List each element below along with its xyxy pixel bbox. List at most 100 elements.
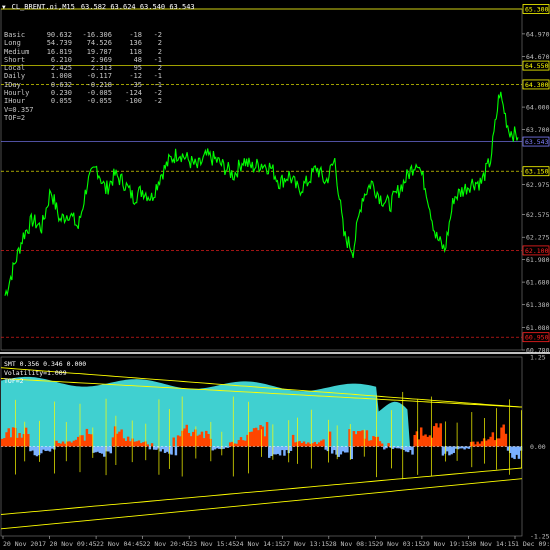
stats-row: Hourly 0.230 -0.085 -124 -2: [4, 89, 162, 97]
histogram-bar: [419, 427, 423, 447]
histogram-bar: [422, 435, 425, 447]
stats-cell: 54.739: [46, 39, 72, 48]
histogram-bar: [213, 446, 217, 450]
histogram-bar: [387, 443, 390, 447]
histogram-bar: [406, 446, 410, 453]
histogram-bar: [513, 446, 516, 460]
histogram-bar: [228, 442, 232, 447]
stats-cell: 6.210: [50, 55, 72, 64]
stats-cell: -0.055: [86, 97, 112, 106]
stats-row: Medium 16.819 19.787 118 2: [4, 48, 162, 56]
stats-cell: 74.526: [86, 39, 112, 48]
envelope-line: [0, 467, 523, 515]
histogram-bar: [202, 438, 206, 447]
histogram-bar: [283, 446, 286, 456]
histogram-bar: [515, 446, 518, 455]
histogram-bar: [474, 444, 477, 447]
stats-cell: Short: [4, 55, 26, 64]
stats-cell: 1.008: [50, 72, 72, 81]
histogram-bar: [59, 443, 63, 447]
price-level-label: 64.550: [525, 62, 549, 70]
histogram-bar: [504, 433, 508, 447]
histogram-bar: [155, 446, 158, 450]
histogram-bar: [150, 443, 154, 447]
stats-cell: -0.218: [86, 80, 112, 89]
histogram-bar: [139, 443, 143, 447]
price-line: [4, 91, 519, 297]
histogram-bar: [424, 434, 427, 447]
time-tick-label: 28 Nov 08:15: [329, 540, 376, 548]
histogram-bar: [37, 446, 41, 456]
stats-cell: 0.055: [50, 97, 72, 106]
price-level-label: 60.950: [525, 334, 549, 342]
stats-footer: TOF=2: [4, 113, 26, 122]
histogram-bar: [111, 437, 115, 447]
time-tick-label: 24 Nov 14:15: [236, 540, 283, 548]
indicator-volatility: Volatility=1.009: [4, 368, 67, 377]
histogram-bar: [378, 441, 382, 447]
histogram-bar: [207, 433, 210, 447]
time-tick-label: 20 Nov 09:45: [50, 540, 97, 548]
histogram-bar: [343, 446, 347, 453]
histogram-bar: [476, 441, 479, 447]
price-tick-label: 62.575: [526, 211, 550, 219]
stats-cell: 2.425: [50, 64, 72, 73]
stats-cell: -1: [153, 55, 162, 64]
histogram-bar: [146, 444, 149, 447]
stats-row: Long 54.739 74.526 136 2: [4, 39, 162, 47]
histogram-bar: [81, 435, 84, 447]
histogram-bar: [506, 446, 510, 451]
indicator-tick-label: 1.25: [530, 354, 546, 362]
histogram-bar: [48, 446, 52, 452]
time-tick-label: 29 Nov 03:15: [375, 540, 422, 548]
histogram-bar: [450, 446, 453, 455]
histogram-bar: [261, 426, 264, 447]
histogram-bar: [172, 437, 175, 447]
histogram-bar: [372, 436, 375, 447]
stats-cell: 2: [157, 39, 162, 48]
histogram-bar: [428, 435, 432, 447]
histogram-bar: [346, 446, 349, 453]
histogram-bar: [109, 446, 113, 454]
histogram-bar: [5, 432, 8, 447]
histogram-bar: [352, 431, 356, 447]
dropdown-icon[interactable]: ▼: [2, 4, 6, 11]
histogram-bar: [35, 446, 39, 457]
price-level-label: 63.150: [525, 168, 549, 176]
histogram-bar: [411, 446, 414, 455]
histogram-bar: [200, 431, 204, 447]
histogram-bar: [3, 438, 6, 447]
histogram-bar: [161, 446, 165, 450]
histogram-bar: [85, 428, 89, 447]
histogram-bar: [116, 433, 119, 447]
histogram-bar: [124, 440, 128, 447]
histogram-bar: [302, 441, 306, 447]
histogram-bar: [68, 441, 71, 447]
histogram-bar: [120, 429, 123, 447]
histogram-bar: [142, 442, 145, 447]
histogram-bar: [24, 427, 28, 447]
stats-cell: 136: [129, 39, 142, 48]
histogram-bar: [126, 436, 130, 447]
histogram-bar: [29, 446, 32, 452]
histogram-bar: [328, 431, 332, 447]
histogram-bar: [90, 434, 93, 447]
envelope-line: [0, 478, 523, 530]
histogram-bar: [437, 427, 440, 447]
histogram-bar: [94, 446, 97, 453]
time-tick-label: 20 Nov 2017: [3, 540, 46, 548]
stats-cell: -100: [125, 97, 142, 106]
stats-row: IDay 0.632 -0.218 -35 -1: [4, 81, 162, 89]
stats-footer: V=0.357: [4, 105, 34, 114]
histogram-bar: [194, 429, 197, 447]
histogram-bar: [244, 440, 247, 447]
histogram-bar: [409, 446, 412, 451]
time-tick-label: 22 Nov 20:45: [143, 540, 190, 548]
histogram-bar: [40, 446, 43, 454]
histogram-bar: [248, 432, 251, 447]
price-tick-label: 62.275: [526, 234, 550, 242]
histogram-bar: [281, 446, 284, 451]
histogram-bar: [330, 446, 334, 454]
histogram-bar: [493, 440, 497, 447]
price-tick-label: 61.680: [526, 279, 550, 287]
